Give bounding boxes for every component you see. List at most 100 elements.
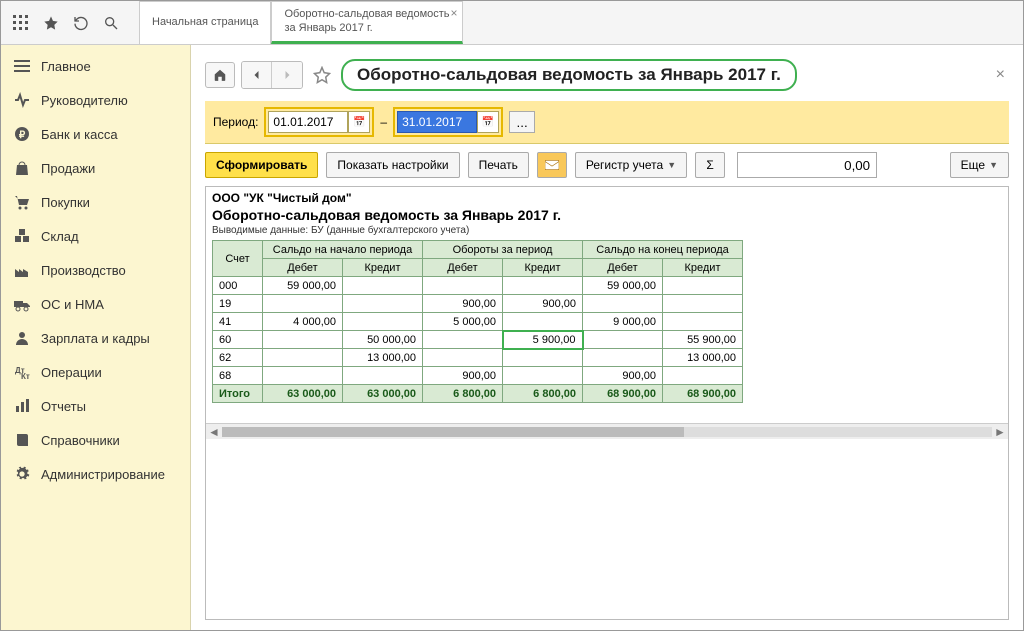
history-icon[interactable] — [67, 9, 95, 37]
cell-total: 68 900,00 — [583, 385, 663, 403]
period-separator: – — [380, 115, 387, 129]
person-icon — [13, 329, 31, 347]
sidebar-item-label: Склад — [41, 229, 79, 244]
cell-sc — [343, 295, 423, 313]
cell-sd — [263, 295, 343, 313]
print-button[interactable]: Печать — [468, 152, 529, 178]
cell-ec — [663, 295, 743, 313]
sidebar-item-9[interactable]: ДтКтОперации — [1, 355, 190, 389]
sidebar-item-label: Банк и касса — [41, 127, 118, 142]
cell-ed: 9 000,00 — [583, 313, 663, 331]
col-acct: Счет — [213, 241, 263, 277]
report-area[interactable]: ООО "УК "Чистый дом" Оборотно-сальдовая … — [205, 186, 1009, 620]
star-icon[interactable] — [37, 9, 65, 37]
sidebar-item-6[interactable]: Производство — [1, 253, 190, 287]
book-icon — [13, 431, 31, 449]
sum-display[interactable] — [737, 152, 877, 178]
cell-acct: 41 — [213, 313, 263, 331]
period-from-input[interactable] — [268, 111, 348, 133]
cell-sc: 13 000,00 — [343, 349, 423, 367]
register-button[interactable]: Регистр учета▼ — [575, 152, 687, 178]
sidebar-item-3[interactable]: Продажи — [1, 151, 190, 185]
cell-od: 900,00 — [423, 367, 503, 385]
horizontal-scrollbar[interactable]: ◄ ► — [206, 423, 1008, 439]
report-title: Оборотно-сальдовая ведомость за Январь 2… — [212, 207, 1002, 223]
calendar-icon[interactable]: 📅 — [477, 111, 499, 133]
sidebar-item-4[interactable]: Покупки — [1, 185, 190, 219]
table-row[interactable]: 6213 000,0013 000,00 — [213, 349, 743, 367]
forward-button[interactable] — [272, 62, 302, 88]
calendar-icon[interactable]: 📅 — [348, 111, 370, 133]
cell-ed — [583, 295, 663, 313]
col-debit: Дебет — [263, 259, 343, 277]
cell-oc: 5 900,00 — [503, 331, 583, 349]
period-to-input[interactable] — [397, 111, 477, 133]
scroll-track[interactable] — [222, 427, 992, 437]
cell-total: 63 000,00 — [343, 385, 423, 403]
favorite-button[interactable] — [309, 62, 335, 88]
chart-icon — [13, 397, 31, 415]
sidebar-item-12[interactable]: Администрирование — [1, 457, 190, 491]
sidebar-item-8[interactable]: Зарплата и кадры — [1, 321, 190, 355]
period-bar: Период: 📅 – 📅 ... — [205, 101, 1009, 144]
tab-strip: Начальная страница Оборотно-сальдовая ве… — [139, 1, 463, 44]
home-button[interactable] — [205, 62, 235, 88]
ruble-icon: ₽ — [13, 125, 31, 143]
sidebar-item-10[interactable]: Отчеты — [1, 389, 190, 423]
tab-label-line1: Оборотно-сальдовая ведомость — [284, 8, 449, 21]
scroll-right-icon[interactable]: ► — [992, 425, 1008, 439]
sidebar-item-label: Зарплата и кадры — [41, 331, 150, 346]
sidebar-item-label: Главное — [41, 59, 91, 74]
sidebar-item-11[interactable]: Справочники — [1, 423, 190, 457]
tab-home[interactable]: Начальная страница — [139, 1, 271, 44]
table-row[interactable]: 68900,00900,00 — [213, 367, 743, 385]
scroll-thumb[interactable] — [222, 427, 684, 437]
period-more-button[interactable]: ... — [509, 111, 535, 133]
close-icon[interactable]: × — [451, 6, 458, 20]
cell-oc: 900,00 — [503, 295, 583, 313]
cell-od — [423, 349, 503, 367]
show-settings-button[interactable]: Показать настройки — [326, 152, 459, 178]
mail-icon[interactable] — [537, 152, 567, 178]
table-row[interactable]: 19900,00900,00 — [213, 295, 743, 313]
apps-icon[interactable] — [7, 9, 35, 37]
col-group-end: Сальдо на конец периода — [583, 241, 743, 259]
table-row[interactable]: 414 000,00 5 000,00 9 000,00 — [213, 313, 743, 331]
sidebar-item-label: Справочники — [41, 433, 120, 448]
sidebar-item-5[interactable]: Склад — [1, 219, 190, 253]
ops-icon: ДтКт — [13, 363, 31, 381]
search-icon[interactable] — [97, 9, 125, 37]
sidebar-item-7[interactable]: ОС и НМА — [1, 287, 190, 321]
cell-ed — [583, 331, 663, 349]
truck-icon — [13, 295, 31, 313]
cell-ec — [663, 367, 743, 385]
sigma-button[interactable]: Σ — [695, 152, 725, 178]
table-row[interactable]: 00059 000,0059 000,00 — [213, 277, 743, 295]
scroll-left-icon[interactable]: ◄ — [206, 425, 222, 439]
cart-icon — [13, 193, 31, 211]
report-subtitle: Выводимые данные: БУ (данные бухгалтерск… — [212, 225, 1002, 236]
table-row[interactable]: 6050 000,005 900,0055 900,00 — [213, 331, 743, 349]
cell-sd: 4 000,00 — [263, 313, 343, 331]
sidebar-item-label: Покупки — [41, 195, 90, 210]
more-button[interactable]: Еще▼ — [950, 152, 1009, 178]
sidebar-item-label: Продажи — [41, 161, 95, 176]
col-credit: Кредит — [663, 259, 743, 277]
period-label: Период: — [213, 115, 258, 129]
cell-acct: 000 — [213, 277, 263, 295]
col-credit: Кредит — [503, 259, 583, 277]
generate-button[interactable]: Сформировать — [205, 152, 318, 178]
cell-od: 5 000,00 — [423, 313, 503, 331]
close-page-icon[interactable]: × — [992, 62, 1009, 88]
back-button[interactable] — [242, 62, 272, 88]
pulse-icon — [13, 91, 31, 109]
sidebar-item-0[interactable]: Главное — [1, 49, 190, 83]
cell-total: 6 800,00 — [423, 385, 503, 403]
cell-oc — [503, 349, 583, 367]
sidebar-item-1[interactable]: Руководителю — [1, 83, 190, 117]
cell-oc — [503, 313, 583, 331]
page-title: Оборотно-сальдовая ведомость за Январь 2… — [341, 59, 797, 91]
sidebar-item-2[interactable]: ₽ Банк и касса — [1, 117, 190, 151]
cell-sd — [263, 349, 343, 367]
tab-active-report[interactable]: Оборотно-сальдовая ведомость за Январь 2… — [271, 1, 462, 44]
